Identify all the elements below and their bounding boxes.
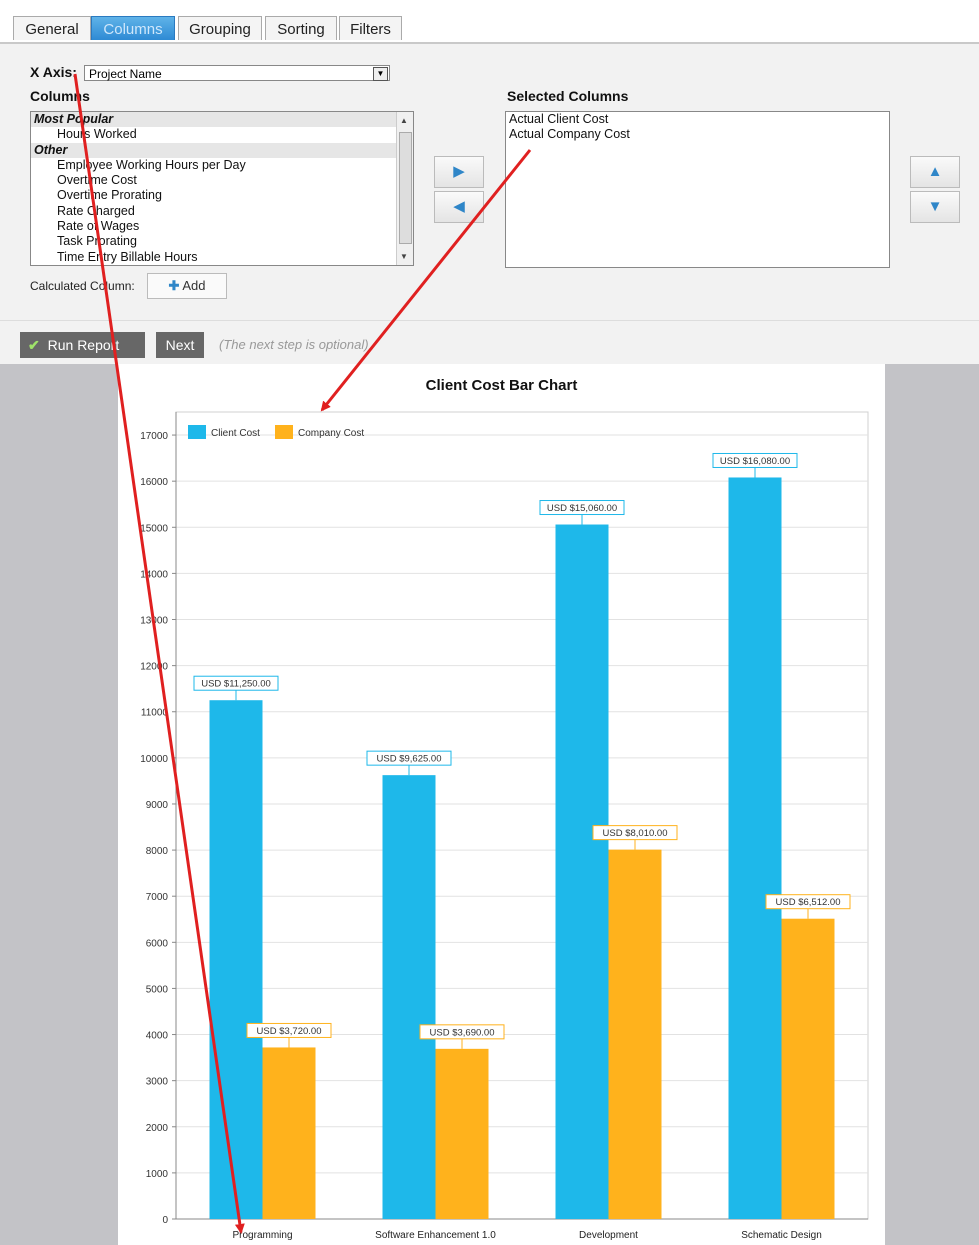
action-bar: [0, 320, 979, 365]
y-tick-label: 3000: [146, 1077, 169, 1088]
remove-column-button[interactable]: ◀: [434, 191, 484, 223]
bar: [555, 524, 609, 1219]
list-item[interactable]: Task Prorating: [31, 234, 413, 249]
arrow-up-icon: ▲: [927, 163, 943, 180]
list-group-header: Most Popular: [31, 112, 413, 128]
x-tick-label: Software Enhancement 1.0: [375, 1230, 496, 1241]
add-column-button[interactable]: ▶: [434, 156, 484, 188]
add-button-label: Add: [182, 278, 206, 293]
selected-columns-list[interactable]: Actual Client Cost Actual Company Cost: [505, 111, 890, 268]
columns-heading: Columns: [30, 88, 90, 104]
y-tick-label: 1000: [146, 1169, 169, 1180]
x-tick-label: Programming: [232, 1230, 292, 1241]
bar: [209, 700, 263, 1219]
arrow-down-icon: ▼: [927, 198, 943, 215]
y-tick-label: 17000: [140, 431, 168, 442]
tab-filters[interactable]: Filters: [339, 16, 402, 40]
scroll-up-icon[interactable]: ▲: [400, 116, 408, 125]
x-tick-label: Schematic Design: [741, 1230, 822, 1241]
data-label: USD $16,080.00: [720, 456, 790, 467]
data-label: USD $9,625.00: [377, 754, 442, 765]
tab-columns[interactable]: Columns: [91, 16, 175, 40]
y-tick-label: 13000: [140, 616, 168, 627]
list-item[interactable]: Employee Working Hours per Day: [31, 158, 413, 173]
scroll-thumb[interactable]: [399, 132, 412, 244]
y-tick-label: 2000: [146, 1123, 169, 1134]
list-group-header: Other: [31, 142, 413, 158]
bar: [435, 1048, 489, 1219]
legend-label: Client Cost: [211, 428, 260, 439]
optional-step-hint: (The next step is optional): [219, 337, 369, 352]
data-label: USD $8,010.00: [603, 828, 668, 839]
tab-sorting[interactable]: Sorting: [265, 16, 337, 40]
x-axis-label: X Axis:: [30, 64, 77, 80]
list-item[interactable]: Actual Client Cost: [509, 112, 889, 127]
arrow-left-icon: ◀: [453, 198, 465, 215]
legend-label: Company Cost: [298, 428, 364, 439]
data-label: USD $3,720.00: [257, 1026, 322, 1037]
available-columns-list[interactable]: Most Popular Hours Worked Other Employee…: [30, 111, 414, 266]
x-tick-label: Development: [579, 1230, 638, 1241]
data-label: USD $3,690.00: [430, 1027, 495, 1038]
tab-bar: General Columns Grouping Sorting Filters: [0, 0, 979, 44]
arrow-right-icon: ▶: [453, 163, 465, 180]
move-up-button[interactable]: ▲: [910, 156, 960, 188]
list-item[interactable]: Hours Worked: [31, 127, 413, 142]
run-report-button[interactable]: ✔ Run Report: [20, 332, 145, 358]
y-tick-label: 14000: [140, 569, 168, 580]
data-label: USD $6,512.00: [776, 897, 841, 908]
move-down-button[interactable]: ▼: [910, 191, 960, 223]
bar: [262, 1047, 316, 1219]
list-item[interactable]: Time Entry Billable Hours: [31, 250, 413, 265]
plus-icon: ✚: [168, 278, 180, 293]
y-tick-label: 16000: [140, 477, 168, 488]
y-tick-label: 0: [162, 1215, 168, 1226]
chart-card: Client Cost Bar Chart 0 1000 2000 3000 4000 5…: [118, 364, 885, 1245]
legend-swatch: [275, 425, 293, 439]
bar: [728, 477, 782, 1219]
next-button[interactable]: Next: [156, 332, 204, 358]
y-tick-label: 7000: [146, 892, 169, 903]
tab-general[interactable]: General: [13, 16, 91, 40]
calculated-column-label: Calculated Column:: [30, 279, 135, 293]
list-item[interactable]: Overtime Cost: [31, 173, 413, 188]
bar-chart: 0 1000 2000 3000 4000 5000 6000 7000 8000 9000 100…: [140, 411, 869, 1241]
checkmark-icon: ✔: [28, 337, 40, 353]
bar: [382, 775, 436, 1219]
tab-grouping[interactable]: Grouping: [178, 16, 262, 40]
y-tick-label: 4000: [146, 1031, 169, 1042]
run-report-label: Run Report: [47, 337, 120, 353]
y-tick-label: 12000: [140, 662, 168, 673]
add-calculated-column-button[interactable]: ✚ Add: [147, 273, 227, 299]
data-label: USD $11,250.00: [201, 679, 271, 690]
y-tick-label: 8000: [146, 846, 169, 857]
selected-columns-heading: Selected Columns: [507, 88, 629, 104]
y-tick-label: 6000: [146, 938, 169, 949]
y-tick-label: 9000: [146, 800, 169, 811]
scroll-down-icon[interactable]: ▼: [400, 252, 408, 261]
y-tick-label: 5000: [146, 984, 169, 995]
y-tick-label: 10000: [140, 754, 168, 765]
list-scrollbar[interactable]: ▲ ▼: [396, 112, 413, 265]
data-label: USD $15,060.00: [547, 503, 617, 514]
legend-swatch: [188, 425, 206, 439]
list-item[interactable]: Actual Company Cost: [509, 127, 889, 142]
chevron-down-icon[interactable]: ▼: [373, 67, 388, 81]
x-axis-selected-value: Project Name: [89, 67, 162, 81]
y-tick-label: 15000: [140, 523, 168, 534]
bar: [781, 918, 835, 1219]
x-axis-select[interactable]: Project Name ▼: [84, 65, 390, 81]
y-tick-label: 11000: [141, 708, 169, 719]
list-item[interactable]: Rate Charged: [31, 204, 413, 219]
list-item[interactable]: Overtime Prorating: [31, 188, 413, 203]
bar: [608, 849, 662, 1219]
list-item[interactable]: Rate of Wages: [31, 219, 413, 234]
